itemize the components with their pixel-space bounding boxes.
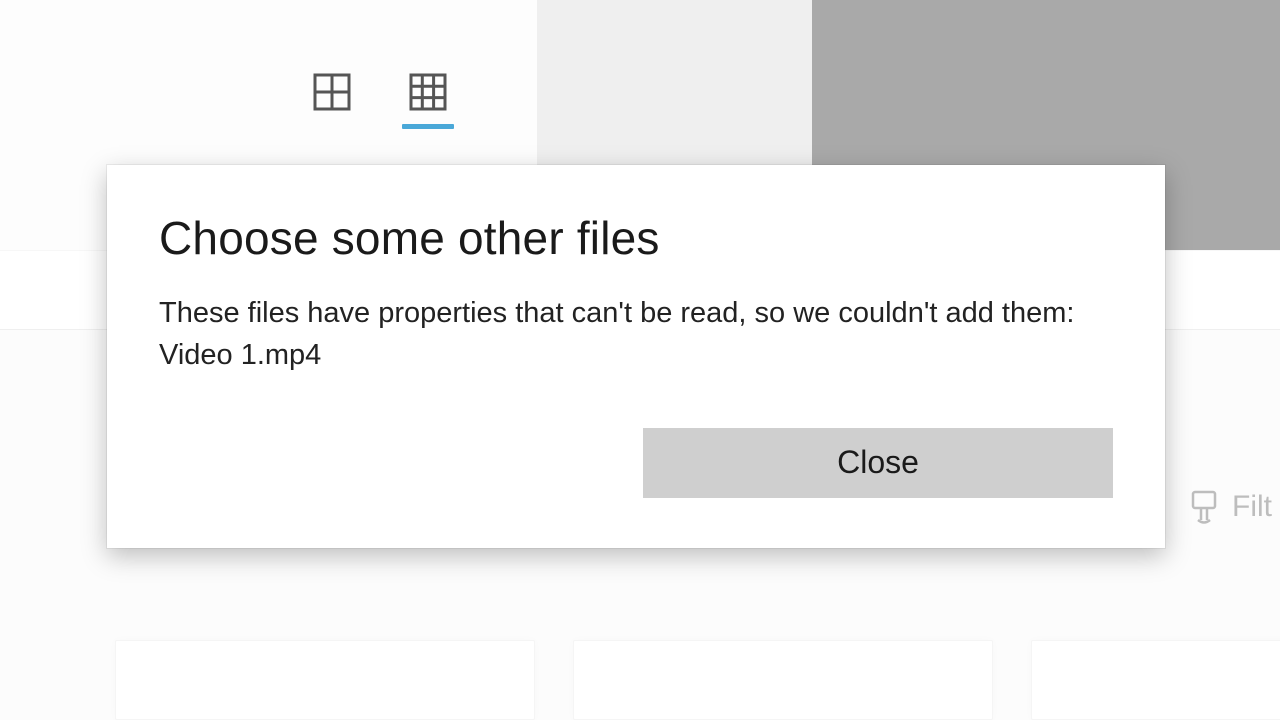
dialog-message-file: Video 1.mp4 <box>159 334 1113 376</box>
dialog-message: These files have properties that can't b… <box>159 292 1113 376</box>
content-card[interactable] <box>115 640 535 720</box>
content-card[interactable] <box>1031 640 1280 720</box>
content-card[interactable] <box>573 640 993 720</box>
filter-label: Filt <box>1232 490 1272 524</box>
filter-control[interactable]: Filt <box>1190 490 1280 524</box>
error-dialog: Choose some other files These files have… <box>107 165 1165 548</box>
view-toggle-group <box>312 72 454 129</box>
dialog-title: Choose some other files <box>159 213 1113 264</box>
dialog-message-line: These files have properties that can't b… <box>159 292 1113 334</box>
filter-icon <box>1190 490 1218 524</box>
dialog-actions: Close <box>159 428 1113 498</box>
grid-2x2-icon[interactable] <box>312 72 352 112</box>
card-row <box>115 640 1280 720</box>
active-indicator <box>402 124 454 129</box>
grid-3x3-icon[interactable] <box>408 72 448 112</box>
close-button[interactable]: Close <box>643 428 1113 498</box>
